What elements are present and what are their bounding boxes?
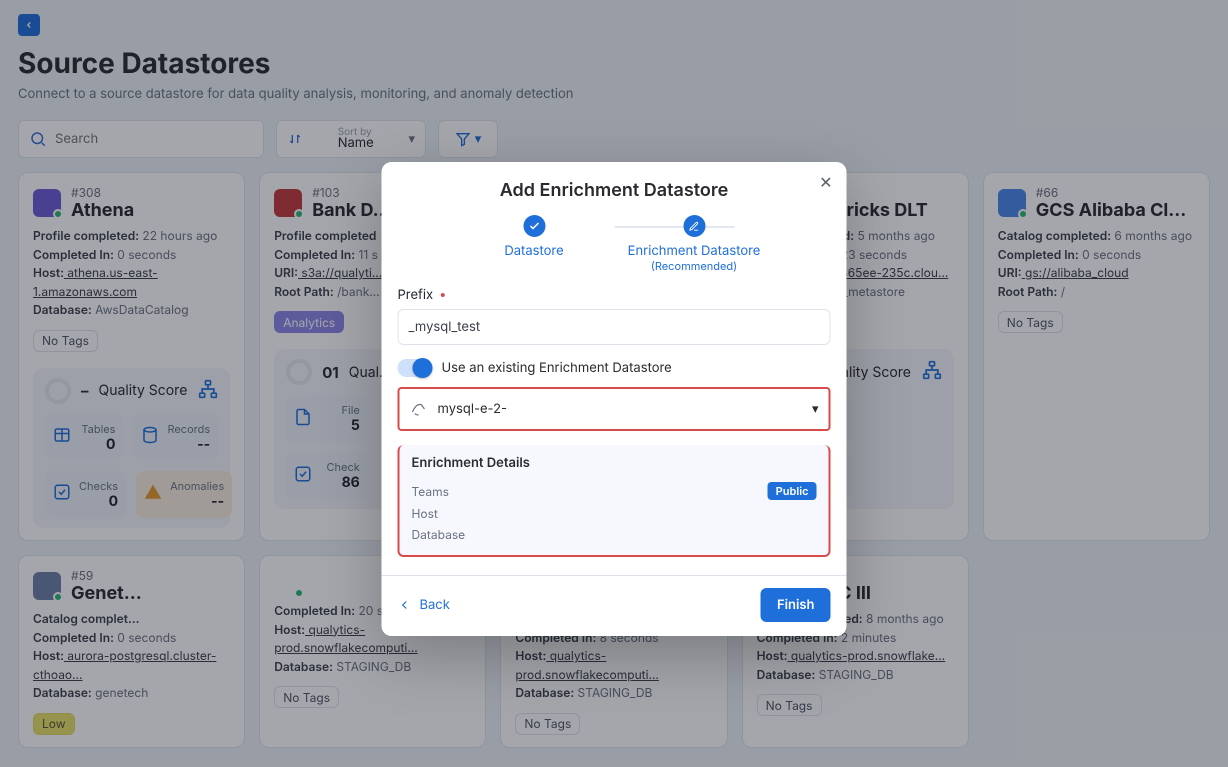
highlight-select-area: mysql-e-2- ▾ — [398, 387, 831, 431]
add-enrichment-modal: ✕ Add Enrichment Datastore Datastore Enr… — [382, 162, 847, 636]
chevron-left-icon — [398, 598, 412, 612]
pencil-icon — [683, 215, 705, 237]
detail-host: Host — [412, 506, 438, 521]
close-button[interactable]: ✕ — [815, 168, 836, 196]
details-title: Enrichment Details — [412, 455, 817, 471]
highlight-details-area: Enrichment Details Teams Public Host Data… — [398, 445, 831, 557]
step-enrichment[interactable]: Enrichment Datastore (Recommended) — [614, 215, 774, 273]
mysql-icon — [410, 400, 428, 418]
select-value: mysql-e-2- — [438, 401, 507, 417]
prefix-label: Prefix• — [398, 287, 831, 303]
stepper: Datastore Enrichment Datastore (Recommen… — [382, 215, 847, 273]
detail-database: Database — [412, 527, 466, 542]
caret-down-icon: ▾ — [812, 401, 819, 417]
check-icon — [523, 215, 545, 237]
finish-button[interactable]: Finish — [761, 588, 831, 622]
detail-teams: Teams — [412, 484, 450, 499]
modal-back-button[interactable]: Back — [398, 597, 450, 613]
toggle-label: Use an existing Enrichment Datastore — [442, 360, 672, 376]
close-icon: ✕ — [819, 172, 832, 192]
use-existing-toggle[interactable] — [398, 359, 432, 377]
modal-title: Add Enrichment Datastore — [382, 180, 847, 201]
back-label: Back — [420, 597, 450, 613]
step-sublabel: (Recommended) — [651, 259, 737, 273]
step-label: Enrichment Datastore — [628, 243, 761, 259]
public-badge: Public — [768, 482, 817, 500]
step-datastore[interactable]: Datastore — [454, 215, 614, 259]
prefix-input[interactable] — [398, 309, 831, 345]
step-label: Datastore — [504, 243, 563, 259]
enrichment-select[interactable]: mysql-e-2- ▾ — [400, 389, 829, 429]
